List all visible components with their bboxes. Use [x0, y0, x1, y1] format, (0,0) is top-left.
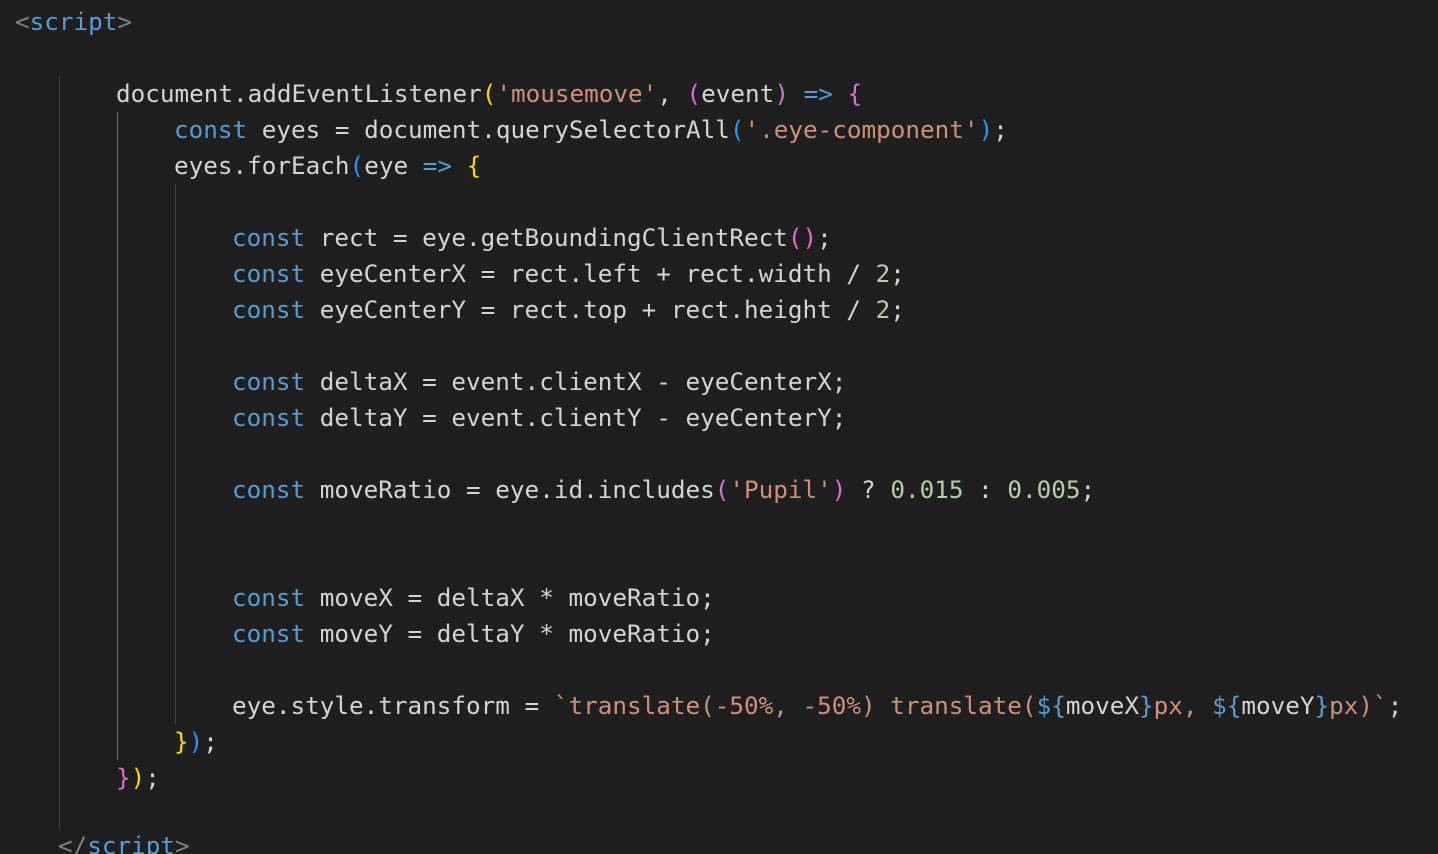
- paren-open: (: [481, 79, 497, 108]
- paren-open: (: [686, 79, 702, 108]
- template-interp-close: }: [1314, 691, 1330, 720]
- code-text: eye.style.transform =: [232, 691, 554, 720]
- indent-guide-level3: [175, 184, 176, 724]
- keyword-const: const: [232, 223, 306, 252]
- string-literal: 'mousemove': [496, 79, 658, 108]
- code-line-24: </script>: [58, 828, 190, 854]
- code-text: ;: [1080, 475, 1096, 504]
- tag-open-bracket: <: [15, 7, 30, 36]
- param-name: eye: [364, 151, 409, 180]
- code-text: deltaY = event.clientY - eyeCenterY;: [305, 403, 847, 432]
- arrow-operator: =>: [408, 151, 467, 180]
- number-literal: 2: [875, 259, 891, 288]
- code-line-22: });: [116, 760, 160, 796]
- template-string: `translate(-50%, -50%) translate(: [553, 691, 1037, 720]
- template-interp-open: ${: [1036, 691, 1066, 720]
- keyword-const: const: [232, 475, 306, 504]
- paren-open: (: [729, 115, 745, 144]
- code-text: eyes = document.querySelectorAll: [247, 115, 730, 144]
- code-text: document.addEventListener: [116, 79, 482, 108]
- template-interp-open: ${: [1212, 691, 1242, 720]
- indent-guide-level2: [117, 112, 118, 760]
- code-editor[interactable]: <script> document.addEventListener('mous…: [0, 0, 1438, 854]
- code-text: ,: [657, 79, 687, 108]
- template-string: px,: [1153, 691, 1213, 720]
- paren-close: ): [831, 475, 847, 504]
- code-line-1: <script>: [15, 4, 132, 40]
- code-text: ;: [890, 295, 905, 324]
- code-text: rect = eye.getBoundingClientRect: [305, 223, 788, 252]
- code-text: ;: [993, 115, 1008, 144]
- keyword-const: const: [232, 259, 306, 288]
- keyword-const: const: [174, 115, 248, 144]
- code-text: ;: [817, 223, 832, 252]
- paren-close: ): [978, 115, 994, 144]
- indent-guide-level1: [59, 76, 60, 830]
- paren-close: ): [774, 79, 789, 108]
- keyword-const: const: [232, 619, 306, 648]
- code-text: ;: [145, 763, 160, 792]
- number-literal: 0.015: [890, 475, 964, 504]
- keyword-const: const: [232, 583, 306, 612]
- keyword-const: const: [232, 295, 306, 324]
- parens: (): [787, 223, 818, 252]
- code-text: moveY = deltaY * moveRatio;: [305, 619, 715, 648]
- code-line-7: const rect = eye.getBoundingClientRect()…: [232, 220, 832, 256]
- param-name: event: [701, 79, 775, 108]
- code-line-21: });: [174, 724, 218, 760]
- code-text: eyeCenterY = rect.top + rect.height /: [305, 295, 876, 324]
- code-line-12: const deltaY = event.clientY - eyeCenter…: [232, 400, 846, 436]
- string-literal: 'Pupil': [729, 475, 832, 504]
- number-literal: 2: [875, 295, 891, 324]
- code-text: eyes.forEach: [174, 151, 350, 180]
- code-line-17: const moveX = deltaX * moveRatio;: [232, 580, 715, 616]
- script-tag-name: script: [87, 831, 176, 854]
- string-literal: '.eye-component': [744, 115, 979, 144]
- script-tag-name: script: [29, 7, 118, 36]
- code-text: ;: [1387, 691, 1403, 720]
- template-variable: moveX: [1065, 691, 1139, 720]
- code-line-4: const eyes = document.querySelectorAll('…: [174, 112, 1008, 148]
- code-line-3: document.addEventListener('mousemove', (…: [116, 76, 862, 112]
- keyword-const: const: [232, 367, 306, 396]
- code-line-11: const deltaX = event.clientX - eyeCenter…: [232, 364, 846, 400]
- code-line-9: const eyeCenterY = rect.top + rect.heigh…: [232, 292, 905, 328]
- tag-close-bracket: >: [175, 831, 190, 854]
- paren-open: (: [349, 151, 365, 180]
- code-line-5: eyes.forEach(eye => {: [174, 148, 481, 184]
- ternary-colon: :: [963, 475, 1008, 504]
- paren-close: ): [188, 727, 204, 756]
- brace-open: {: [466, 151, 482, 180]
- code-text: eyeCenterX = rect.left + rect.width /: [305, 259, 876, 288]
- template-string: px)`: [1329, 691, 1388, 720]
- code-text: moveRatio = eye.id.includes: [305, 475, 715, 504]
- ternary-operator: ?: [846, 475, 891, 504]
- brace-open: {: [847, 79, 863, 108]
- code-line-20: eye.style.transform = `translate(-50%, -…: [232, 688, 1402, 724]
- code-text: moveX = deltaX * moveRatio;: [305, 583, 715, 612]
- paren-open: (: [714, 475, 730, 504]
- code-text: deltaX = event.clientX - eyeCenterX;: [305, 367, 847, 396]
- paren-close: ): [130, 763, 146, 792]
- code-line-14: const moveRatio = eye.id.includes('Pupil…: [232, 472, 1095, 508]
- brace-close: }: [116, 763, 131, 792]
- tag-open-bracket: </: [58, 831, 88, 854]
- tag-close-bracket: >: [117, 7, 133, 36]
- template-variable: moveY: [1241, 691, 1315, 720]
- code-line-8: const eyeCenterX = rect.left + rect.widt…: [232, 256, 905, 292]
- keyword-const: const: [232, 403, 306, 432]
- number-literal: 0.005: [1007, 475, 1081, 504]
- brace-close: }: [174, 727, 189, 756]
- code-text: ;: [890, 259, 905, 288]
- code-line-18: const moveY = deltaY * moveRatio;: [232, 616, 715, 652]
- arrow-operator: =>: [788, 79, 848, 108]
- template-interp-close: }: [1138, 691, 1154, 720]
- code-text: ;: [203, 727, 218, 756]
